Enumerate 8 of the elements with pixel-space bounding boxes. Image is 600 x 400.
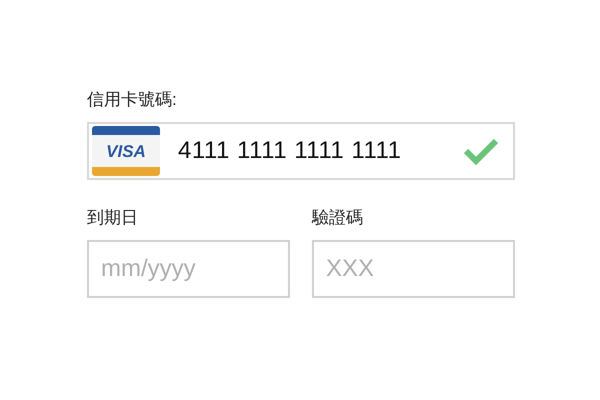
input-field[interactable]: XXX xyxy=(312,240,515,298)
card-number-value: 4111 1111 1111 1111 xyxy=(178,136,402,166)
input-field[interactable]: mm/yyyy xyxy=(87,240,290,298)
field-label: 信用卡號碼: xyxy=(87,89,178,111)
field-label: 到期日 xyxy=(87,207,139,229)
card-number-field[interactable]: VISA 4111 1111 1111 1111 xyxy=(87,122,515,180)
field-label: 驗證碼 xyxy=(312,207,364,229)
visa-card-logo: VISA xyxy=(92,126,160,176)
